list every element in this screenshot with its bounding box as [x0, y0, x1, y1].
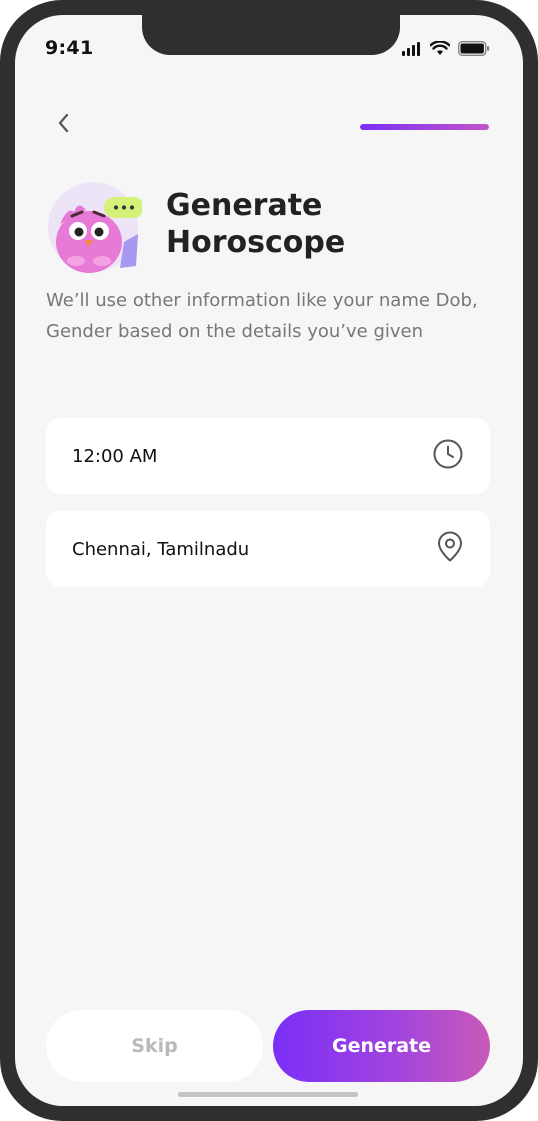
app-screen: 9:41 Generate Horoscope We’ll use other …: [15, 15, 523, 1106]
device-notch: [142, 15, 400, 55]
generate-button[interactable]: Generate: [273, 1010, 490, 1082]
progress-bar-fill: [360, 124, 489, 130]
mascot-avatar: [46, 178, 144, 274]
home-indicator: [178, 1092, 358, 1097]
page-description: We’ll use other information like your na…: [46, 290, 478, 342]
birth-time-field[interactable]: 12:00 AM: [46, 418, 490, 494]
back-button[interactable]: [51, 113, 75, 137]
clock-icon: [432, 438, 464, 474]
progress-bar: [360, 124, 489, 130]
status-time: 9:41: [45, 37, 94, 59]
skip-button[interactable]: Skip: [46, 1010, 263, 1082]
location-pin-icon: [436, 531, 464, 567]
signal-icon: [402, 41, 422, 60]
status-icons: [402, 40, 490, 60]
wifi-icon: [429, 40, 451, 60]
page-title: Generate Horoscope: [166, 188, 346, 260]
chevron-left-icon: [56, 112, 70, 138]
birth-place-value: Chennai, Tamilnadu: [72, 538, 250, 560]
birth-time-value: 12:00 AM: [72, 445, 158, 467]
birth-place-field[interactable]: Chennai, Tamilnadu: [46, 511, 490, 587]
phone-frame: 9:41 Generate Horoscope We’ll use other …: [0, 0, 538, 1121]
battery-icon: [457, 40, 490, 60]
